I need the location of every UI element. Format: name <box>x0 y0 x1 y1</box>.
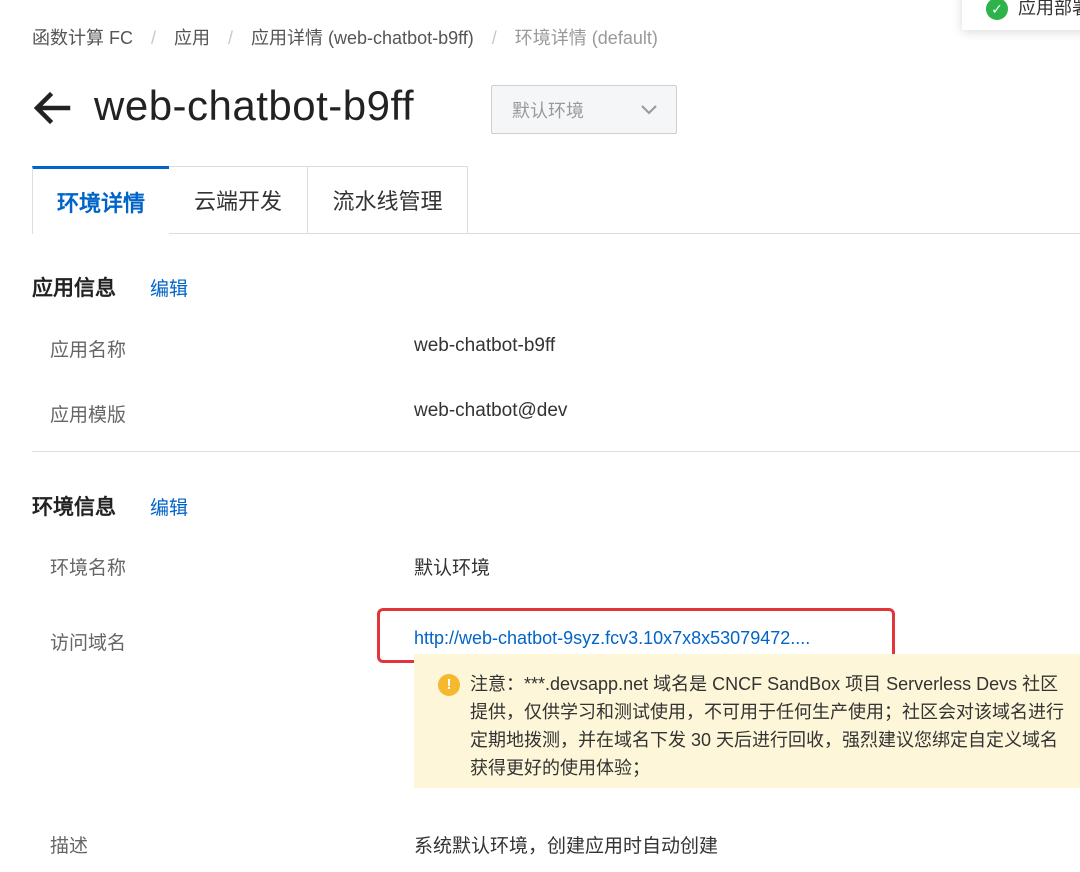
app-template-label: 应用模版 <box>50 405 127 426</box>
toast-text: 应用部署 <box>1018 0 1080 18</box>
breadcrumb-separator: / <box>151 28 157 48</box>
exclamation-icon: ! <box>438 674 460 696</box>
env-name-label: 环境名称 <box>50 558 127 579</box>
notice-line: 提供，仅供学习和测试使用，不可用于任何生产使用；社区会对该域名进行 <box>470 702 1064 722</box>
env-info-title: 环境信息 <box>32 496 116 519</box>
arrow-left-icon[interactable] <box>32 88 72 128</box>
description-value: 系统默认环境，创建应用时自动创建 <box>414 836 719 857</box>
breadcrumb-separator: / <box>228 28 234 48</box>
deploy-toast: ✓ 应用部署 <box>962 0 1080 30</box>
chevron-down-icon <box>641 104 657 114</box>
breadcrumb-separator: / <box>491 28 497 48</box>
app-info-edit-link[interactable]: 编辑 <box>150 274 188 301</box>
tab-pipeline[interactable]: 流水线管理 <box>308 166 468 234</box>
app-info-title: 应用信息 <box>32 277 116 300</box>
environment-select[interactable]: 默认环境 <box>491 85 677 134</box>
notice-line: 获得更好的使用体验； <box>470 758 650 778</box>
app-name-label: 应用名称 <box>50 340 127 361</box>
page-title: web-chatbot-b9ff <box>94 82 415 129</box>
app-template-value: web-chatbot@dev <box>414 400 568 421</box>
tab-bar: 环境详情 云端开发 流水线管理 <box>32 166 1080 234</box>
description-label: 描述 <box>50 836 89 857</box>
breadcrumb-item-app-detail[interactable]: 应用详情 (web-chatbot-b9ff) <box>251 28 474 48</box>
notice-line: 定期地拨测，并在域名下发 30 天后进行回收，强烈建议您绑定自定义域名 <box>470 730 1059 750</box>
notice-line: 注意：***.devsapp.net 域名是 CNCF SandBox 项目 S… <box>470 674 1059 694</box>
breadcrumb-item-current: 环境详情 (default) <box>514 28 658 48</box>
breadcrumb-item-fc[interactable]: 函数计算 FC <box>32 28 133 48</box>
environment-select-value: 默认环境 <box>512 100 584 121</box>
check-circle-icon: ✓ <box>986 0 1008 20</box>
breadcrumb: 函数计算 FC / 应用 / 应用详情 (web-chatbot-b9ff) / 环境详情 … <box>32 24 658 50</box>
env-name-value: 默认环境 <box>414 558 491 579</box>
breadcrumb-item-apps[interactable]: 应用 <box>174 28 210 48</box>
app-name-value: web-chatbot-b9ff <box>414 335 556 356</box>
env-info-edit-link[interactable]: 编辑 <box>150 493 188 520</box>
domain-notice: ! 注意：***.devsapp.net 域名是 CNCF SandBox 项目… <box>414 654 1080 788</box>
tab-cloud-dev[interactable]: 云端开发 <box>169 166 308 234</box>
domain-label: 访问域名 <box>50 633 127 654</box>
section-divider <box>32 451 1080 452</box>
tab-environment-detail[interactable]: 环境详情 <box>32 166 170 234</box>
